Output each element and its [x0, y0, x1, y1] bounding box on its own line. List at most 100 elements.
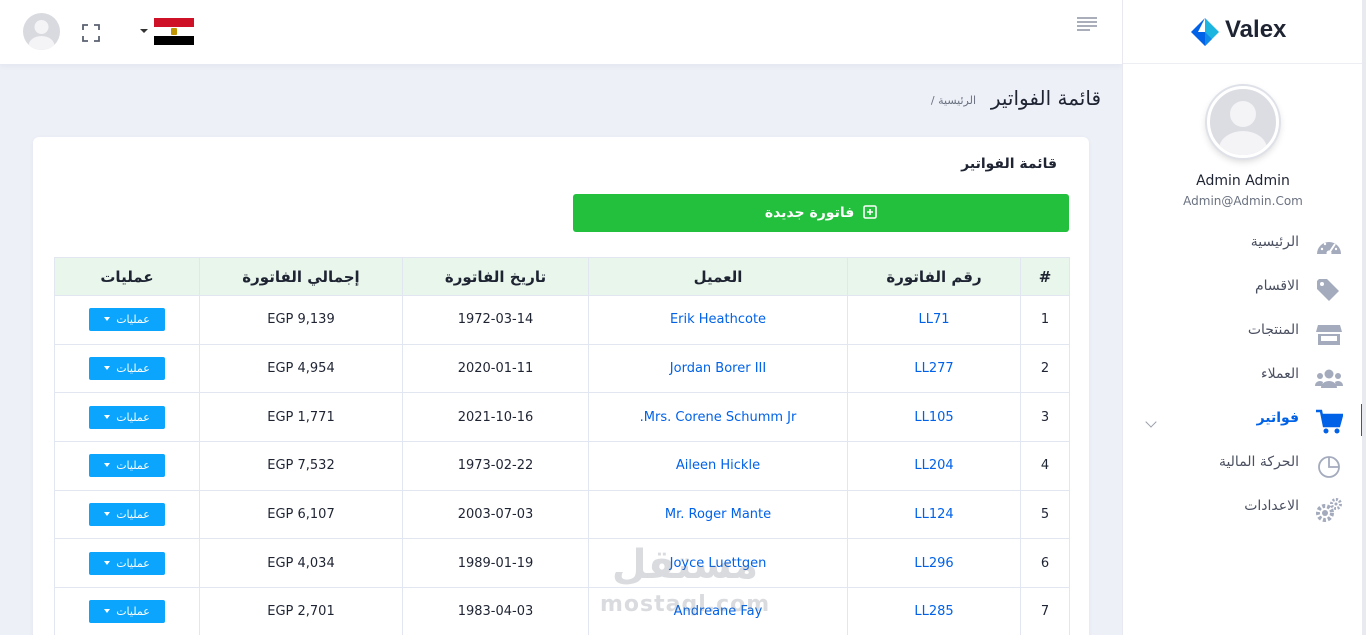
top-header [0, 0, 1122, 64]
invoice-date: 2021-10-16 [402, 392, 589, 443]
invoice-total: EGP 6,107 [199, 489, 403, 540]
invoice-date: 1989-01-19 [402, 538, 589, 589]
row-index: 3 [1020, 392, 1070, 443]
operations-label: عمليات [116, 556, 150, 570]
client-link[interactable]: Jordan Borer III [670, 361, 766, 376]
operations-dropdown-button[interactable]: عمليات [89, 503, 165, 527]
row-index: 6 [1020, 538, 1070, 589]
valex-logo-icon [1191, 18, 1219, 46]
caret-down-icon [104, 414, 111, 419]
invoice-number-link[interactable]: LL71 [918, 312, 949, 327]
sidebar-item-clients[interactable]: العملاء [1123, 360, 1363, 396]
file-plus-icon [863, 205, 877, 219]
sidebar-item-label: الحركة المالية [1218, 454, 1299, 470]
brand-logo[interactable]: Valex [1123, 0, 1363, 64]
table-row: 3 LL105 Mrs. Corene Schumm Jr. 2021-10-1… [54, 392, 1070, 443]
invoice-date: 1983-04-03 [402, 587, 589, 635]
profile-email: Admin@Admin.Com [1183, 194, 1303, 208]
sidebar-item-invoices[interactable]: فواتير [1123, 404, 1363, 440]
client-link[interactable]: Mr. Roger Mante [665, 507, 771, 522]
table-row: 2 LL277 Jordan Borer III 2020-01-11 EGP … [54, 343, 1070, 394]
row-index: 7 [1020, 587, 1070, 635]
language-selector[interactable] [140, 18, 196, 46]
caret-down-icon [104, 317, 111, 322]
invoice-number-link[interactable]: LL296 [914, 556, 953, 571]
caret-down-icon [104, 609, 111, 614]
operations-dropdown-button[interactable]: عمليات [89, 357, 165, 381]
egypt-flag-icon [154, 18, 194, 45]
user-silhouette-icon [1219, 101, 1267, 155]
sidebar-item-label: المنتجات [1247, 322, 1299, 338]
pie-chart-icon [1318, 456, 1340, 478]
column-header-invoice-number: رقم الفاتورة [847, 257, 1021, 296]
page-title: قائمة الفواتير [990, 86, 1101, 110]
column-header-index: # [1020, 257, 1070, 296]
users-icon [1315, 369, 1343, 388]
invoices-table: # رقم الفاتورة العميل تاريخ الفاتورة إجم… [54, 257, 1070, 635]
sidebar-scrollbar[interactable] [1362, 0, 1366, 635]
invoice-number-link[interactable]: LL204 [914, 458, 953, 473]
invoice-number-link[interactable]: LL124 [914, 507, 953, 522]
dashboard-gauge-icon [1317, 242, 1341, 256]
fullscreen-icon[interactable] [82, 24, 100, 42]
client-link[interactable]: Joyce Luettgen [670, 556, 767, 571]
card-title: قائمة الفواتير [961, 156, 1057, 172]
sidebar-item-sections[interactable]: الاقسام [1123, 272, 1363, 308]
store-icon [1316, 325, 1342, 345]
operations-dropdown-button[interactable]: عمليات [89, 454, 165, 478]
client-link[interactable]: Andreane Fay [674, 604, 763, 619]
client-link[interactable]: Mrs. Corene Schumm Jr. [640, 410, 797, 425]
cogs-icon [1316, 498, 1342, 522]
sidebar-item-home[interactable]: الرئيسية [1123, 228, 1363, 264]
caret-down-icon [104, 366, 111, 371]
profile-avatar[interactable] [1207, 86, 1279, 158]
client-link[interactable]: Aileen Hickle [676, 458, 760, 473]
invoice-number-link[interactable]: LL285 [914, 604, 953, 619]
sidebar-item-products[interactable]: المنتجات [1123, 316, 1363, 352]
cart-icon [1316, 409, 1343, 434]
operations-dropdown-button[interactable]: عمليات [89, 405, 165, 429]
client-link[interactable]: Erik Heathcote [670, 312, 766, 327]
sidebar-item-finance[interactable]: الحركة المالية [1123, 448, 1363, 484]
invoices-card: قائمة الفواتير فاتورة جديدة # رقم الفاتو… [33, 137, 1089, 635]
invoice-number-link[interactable]: LL105 [914, 410, 953, 425]
invoice-total: EGP 7,532 [199, 441, 403, 491]
row-index: 4 [1020, 441, 1070, 491]
operations-label: عمليات [116, 459, 150, 473]
operations-dropdown-button[interactable]: عمليات [89, 600, 165, 624]
column-header-invoice-total: إجمالي الفاتورة [199, 257, 403, 296]
new-invoice-label: فاتورة جديدة [764, 205, 855, 221]
sidebar-item-label: الاعدادات [1244, 498, 1299, 514]
table-header-row: # رقم الفاتورة العميل تاريخ الفاتورة إجم… [54, 257, 1070, 296]
invoice-date: 1973-02-22 [402, 441, 589, 491]
table-row: 4 LL204 Aileen Hickle 1973-02-22 EGP 7,5… [54, 441, 1070, 491]
new-invoice-button[interactable]: فاتورة جديدة [573, 194, 1069, 232]
operations-dropdown-button[interactable]: عمليات [89, 308, 165, 332]
invoice-number-link[interactable]: LL277 [914, 361, 953, 376]
caret-down-icon [104, 512, 111, 517]
invoice-total: EGP 9,139 [199, 295, 403, 345]
sidebar: Valex Admin Admin Admin@Admin.Com الرئيس… [1122, 0, 1364, 635]
invoice-date: 2020-01-11 [402, 343, 589, 394]
table-row: 5 LL124 Mr. Roger Mante 2003-07-03 EGP 6… [54, 489, 1070, 540]
brand-name: Valex [1225, 16, 1287, 43]
row-index: 5 [1020, 489, 1070, 540]
profile-name: Admin Admin [1196, 173, 1290, 189]
operations-dropdown-button[interactable]: عمليات [89, 551, 165, 575]
tags-icon [1317, 279, 1339, 301]
operations-label: عمليات [116, 362, 150, 376]
invoice-date: 1972-03-14 [402, 295, 589, 345]
operations-label: عمليات [116, 508, 150, 522]
invoice-total: EGP 4,954 [199, 343, 403, 394]
chevron-down-icon [140, 29, 148, 33]
table-row: 1 LL71 Erik Heathcote 1972-03-14 EGP 9,1… [54, 295, 1070, 345]
caret-down-icon [104, 463, 111, 468]
sidebar-item-label: الرئيسية [1250, 234, 1299, 250]
sidebar-item-settings[interactable]: الاعدادات [1123, 492, 1363, 528]
user-avatar[interactable] [23, 13, 60, 50]
table-row: 6 LL296 Joyce Luettgen 1989-01-19 EGP 4,… [54, 538, 1070, 589]
breadcrumb[interactable]: / الرئيسية [931, 94, 976, 107]
table-row: 7 LL285 Andreane Fay 1983-04-03 EGP 2,70… [54, 587, 1070, 635]
menu-toggle-icon[interactable] [1076, 17, 1098, 33]
column-header-invoice-date: تاريخ الفاتورة [402, 257, 589, 296]
